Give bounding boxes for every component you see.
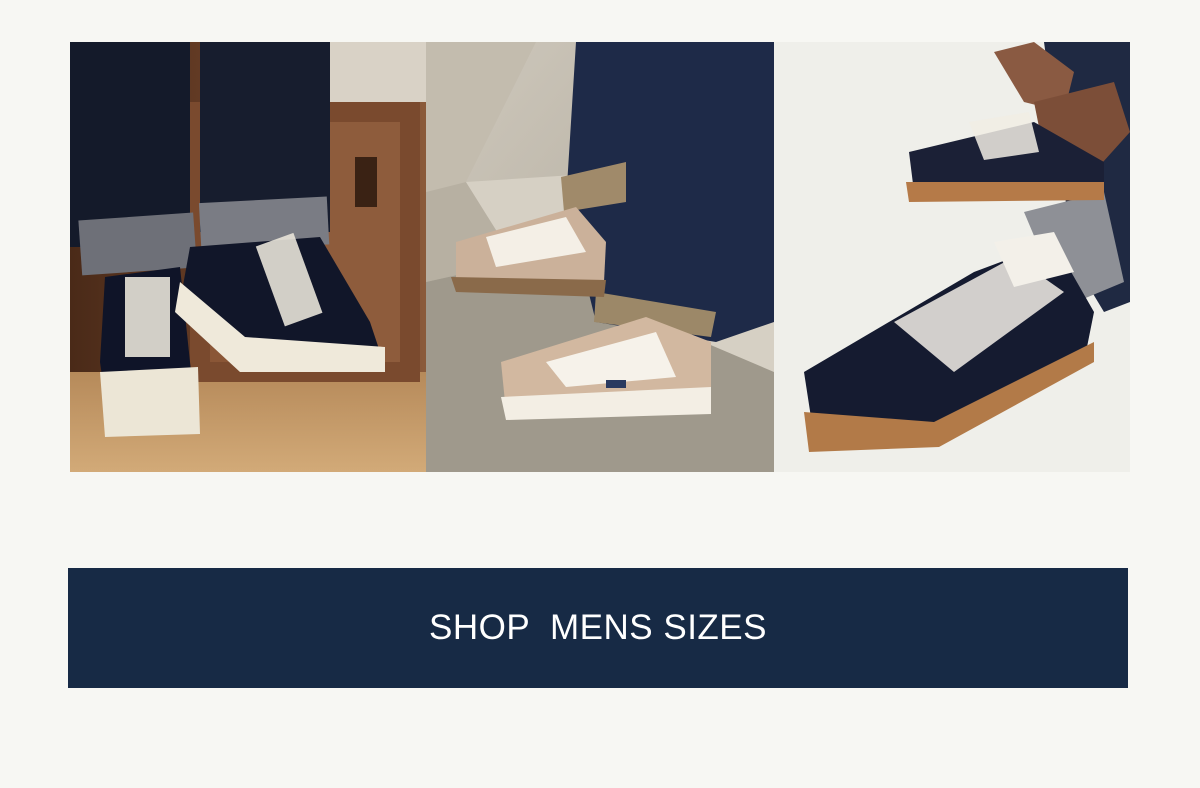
gallery-image-navy-lowtop-sneakers[interactable] (774, 42, 1130, 472)
product-image-gallery (70, 42, 1130, 472)
suede-sneakers-photo (426, 42, 774, 472)
gallery-image-suede-sneakers[interactable] (426, 42, 774, 472)
gallery-image-hightop-sneakers[interactable] (70, 42, 426, 472)
shop-mens-sizes-label: SHOP MENS SIZES (429, 608, 767, 647)
shop-mens-sizes-button[interactable]: SHOP MENS SIZES (68, 568, 1128, 688)
hightop-sneakers-photo (70, 42, 426, 472)
navy-sneakers-photo (774, 42, 1130, 472)
